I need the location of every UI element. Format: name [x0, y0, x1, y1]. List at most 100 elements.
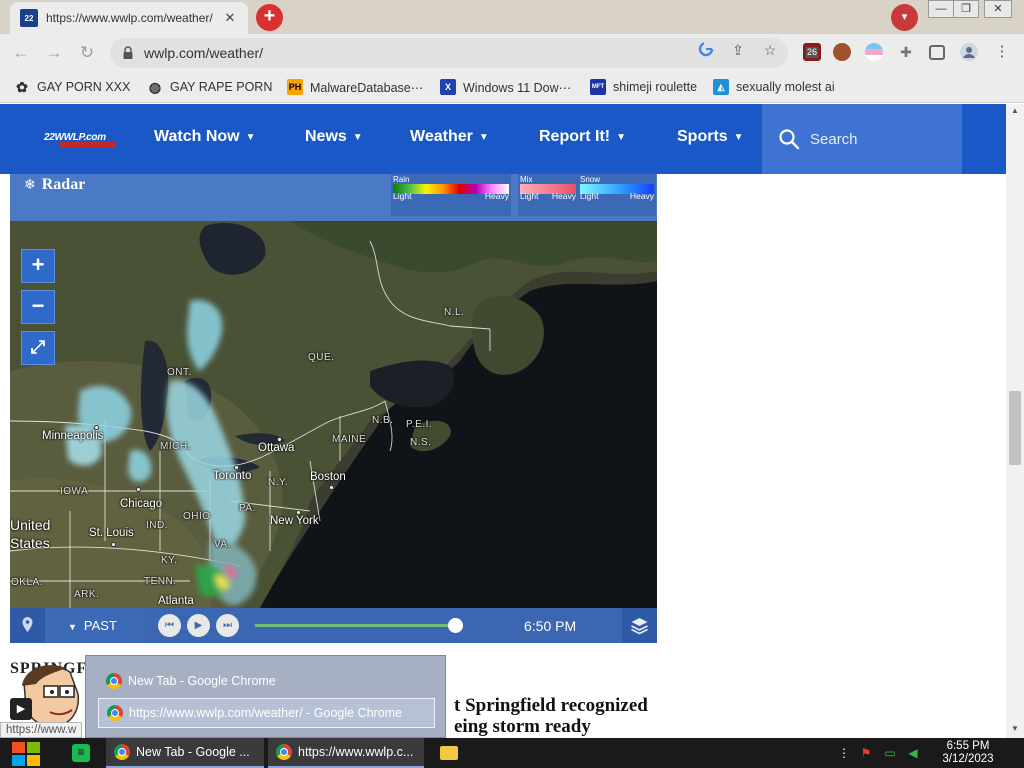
bookmark-2[interactable]: ◍ GAY RAPE PORN — [147, 77, 272, 97]
play-button[interactable]: ▶ — [187, 614, 210, 637]
side-panel-icon[interactable] — [929, 45, 945, 60]
chrome-icon — [107, 705, 123, 721]
bookmark-3[interactable]: PH MalwareDatabase⋯ — [287, 77, 423, 97]
google-icon[interactable] — [697, 41, 715, 59]
maximize-button[interactable]: ❐ — [953, 0, 979, 18]
nav-report-it[interactable]: Report It! ▼ — [539, 128, 626, 150]
nav-weather[interactable]: Weather ▼ — [410, 128, 489, 150]
share-icon[interactable]: ⇪ — [729, 41, 747, 59]
map-label-ark: ARK. — [74, 589, 100, 600]
chrome-icon — [106, 673, 122, 689]
nav-sports[interactable]: Sports ▼ — [677, 128, 744, 150]
extensions-puzzle-icon[interactable]: ✚ — [897, 43, 915, 61]
timeline-slider-thumb[interactable] — [447, 618, 463, 633]
network-tray-icon[interactable]: ▭ — [882, 745, 898, 761]
fullscreen-button[interactable]: ⤢ — [21, 331, 55, 365]
map-label-ind: IND. — [146, 520, 168, 531]
address-url[interactable]: wwlp.com/weather/ — [144, 45, 788, 61]
taskbar-app-wwlp[interactable]: https://www.wwlp.c... — [268, 738, 424, 768]
forward-icon[interactable]: → — [43, 43, 65, 65]
tab-title: https://www.wwlp.com/weather/ — [46, 11, 213, 25]
play-overlay-icon[interactable]: ▶ — [10, 698, 32, 720]
volume-tray-icon[interactable]: ◀ — [905, 745, 921, 761]
bookmark-6[interactable]: ◭ sexually molest ai — [713, 77, 835, 97]
popup-window-wwlp[interactable]: https://www.wwlp.com/weather/ - Google C… — [98, 698, 435, 728]
city-dot-ottawa — [277, 437, 282, 442]
extension-badge-icon[interactable]: 26 — [803, 43, 821, 61]
satellite-map-image — [10, 221, 657, 608]
taskbar-app-new-tab[interactable]: New Tab - Google ... — [106, 738, 264, 768]
browser-tab-weather[interactable]: 22 https://www.wwlp.com/weather/ ✕ — [10, 2, 248, 34]
tab-strip: 22 https://www.wwlp.com/weather/ ✕ + ▾ —… — [0, 0, 1024, 34]
zoom-out-button[interactable]: − — [21, 290, 55, 324]
map-label-minneapolis: Minneapolis — [42, 430, 104, 442]
legend-snow: Snow Light Heavy — [578, 174, 656, 216]
map-label-ns: N.S. — [410, 437, 432, 448]
radar-widget: ❄ Radar Rain Light Heavy Mix Light Heavy … — [10, 174, 657, 643]
bookmark-4[interactable]: X Windows 11 Dow⋯ — [440, 77, 571, 97]
windows-logo-icon — [12, 742, 40, 766]
close-window-button[interactable]: ✕ — [984, 0, 1012, 18]
wwlp-logo[interactable]: 22WWLP.com — [44, 132, 116, 147]
search-icon[interactable] — [778, 128, 800, 150]
caret-down-icon: ▼ — [245, 132, 256, 143]
link-status-bubble: https://www.w — [0, 722, 83, 738]
ai-icon: ◭ — [713, 79, 729, 95]
timeline-mode-select[interactable]: ▼ PAST — [68, 618, 117, 633]
timeline-slider[interactable] — [255, 624, 463, 627]
file-explorer-icon[interactable] — [440, 746, 458, 760]
start-button[interactable] — [10, 741, 42, 767]
nav-watch-now[interactable]: Watch Now ▼ — [154, 128, 256, 150]
minimize-button[interactable]: — — [928, 0, 954, 18]
bookmark-1[interactable]: ✿ GAY PORN XXX — [14, 77, 130, 97]
back-icon[interactable]: ← — [10, 43, 32, 65]
flag-tray-icon[interactable]: ⚑ — [858, 745, 874, 761]
popup-window-new-tab[interactable]: New Tab - Google Chrome — [98, 666, 435, 696]
map-label-atlanta: Atlanta — [158, 595, 194, 607]
nav-news[interactable]: News ▼ — [305, 128, 363, 150]
tray-overflow-icon[interactable]: ⋮ — [836, 745, 852, 761]
location-button[interactable] — [10, 608, 45, 643]
new-tab-button[interactable]: + — [256, 4, 283, 31]
map-label-chicago: Chicago — [120, 498, 163, 510]
lock-icon[interactable] — [122, 46, 134, 60]
layers-button[interactable] — [622, 608, 657, 643]
spotify-taskbar-icon[interactable]: ≡ — [72, 744, 90, 762]
bookmark-5[interactable]: MFT shimeji roulette — [590, 77, 697, 97]
map-label-okla: OKLA. — [11, 577, 43, 588]
taskbar-window-list-popup: New Tab - Google Chrome https://www.wwlp… — [85, 655, 446, 738]
scroll-up-icon[interactable]: ▲ — [1010, 106, 1020, 115]
article-headline[interactable]: t Springfield recognized eing storm read… — [454, 695, 648, 737]
paw-icon: ✿ — [16, 79, 28, 95]
menu-dots-icon[interactable]: ⋮ — [993, 43, 1011, 61]
step-forward-button[interactable]: ⏭ — [216, 614, 239, 637]
scrollbar-thumb[interactable] — [1009, 391, 1021, 465]
close-tab-icon[interactable]: ✕ — [222, 10, 238, 26]
search-placeholder[interactable]: Search — [810, 131, 858, 148]
address-bar[interactable]: wwlp.com/weather/ — [110, 38, 788, 68]
map-label-iowa: IOWA — [60, 486, 89, 497]
windows-taskbar: ≡ New Tab - Google ... https://www.wwlp.… — [0, 738, 1024, 768]
bookmark-star-icon[interactable]: ☆ — [761, 41, 779, 59]
tab-search-button[interactable]: ▾ — [891, 4, 918, 31]
logo-red-stripe — [60, 142, 116, 147]
wwlp-favicon: 22 — [20, 9, 38, 27]
zoom-in-button[interactable]: + — [21, 249, 55, 283]
account-avatar-icon[interactable] — [960, 43, 978, 61]
step-back-button[interactable]: ⏮ — [158, 614, 181, 637]
reload-icon[interactable]: ↻ — [76, 43, 98, 65]
system-clock[interactable]: 6:55 PM 3/12/2023 — [928, 740, 1008, 766]
flag-extension-icon[interactable] — [865, 43, 883, 61]
page-scrollbar[interactable]: ▲ ▼ — [1006, 104, 1024, 738]
radar-map[interactable]: + − ⤢ N.L. QUE. ONT. N.B. P.E.I. N.S. Mi… — [10, 221, 657, 608]
map-label-ky: KY. — [161, 555, 178, 566]
map-label-ont: ONT. — [167, 367, 192, 378]
scroll-down-icon[interactable]: ▼ — [1010, 724, 1020, 733]
radar-timeline: ▼ PAST ⏮ ▶ ⏭ 6:50 PM — [10, 608, 657, 643]
chrome-icon — [114, 744, 130, 760]
map-label-newyork: New York — [270, 515, 319, 527]
page-content: ❄ Radar Rain Light Heavy Mix Light Heavy … — [0, 174, 1006, 738]
site-search[interactable]: Search — [762, 104, 962, 174]
map-label-pa: PA. — [239, 503, 256, 514]
profile-extension-icon[interactable] — [833, 43, 851, 61]
